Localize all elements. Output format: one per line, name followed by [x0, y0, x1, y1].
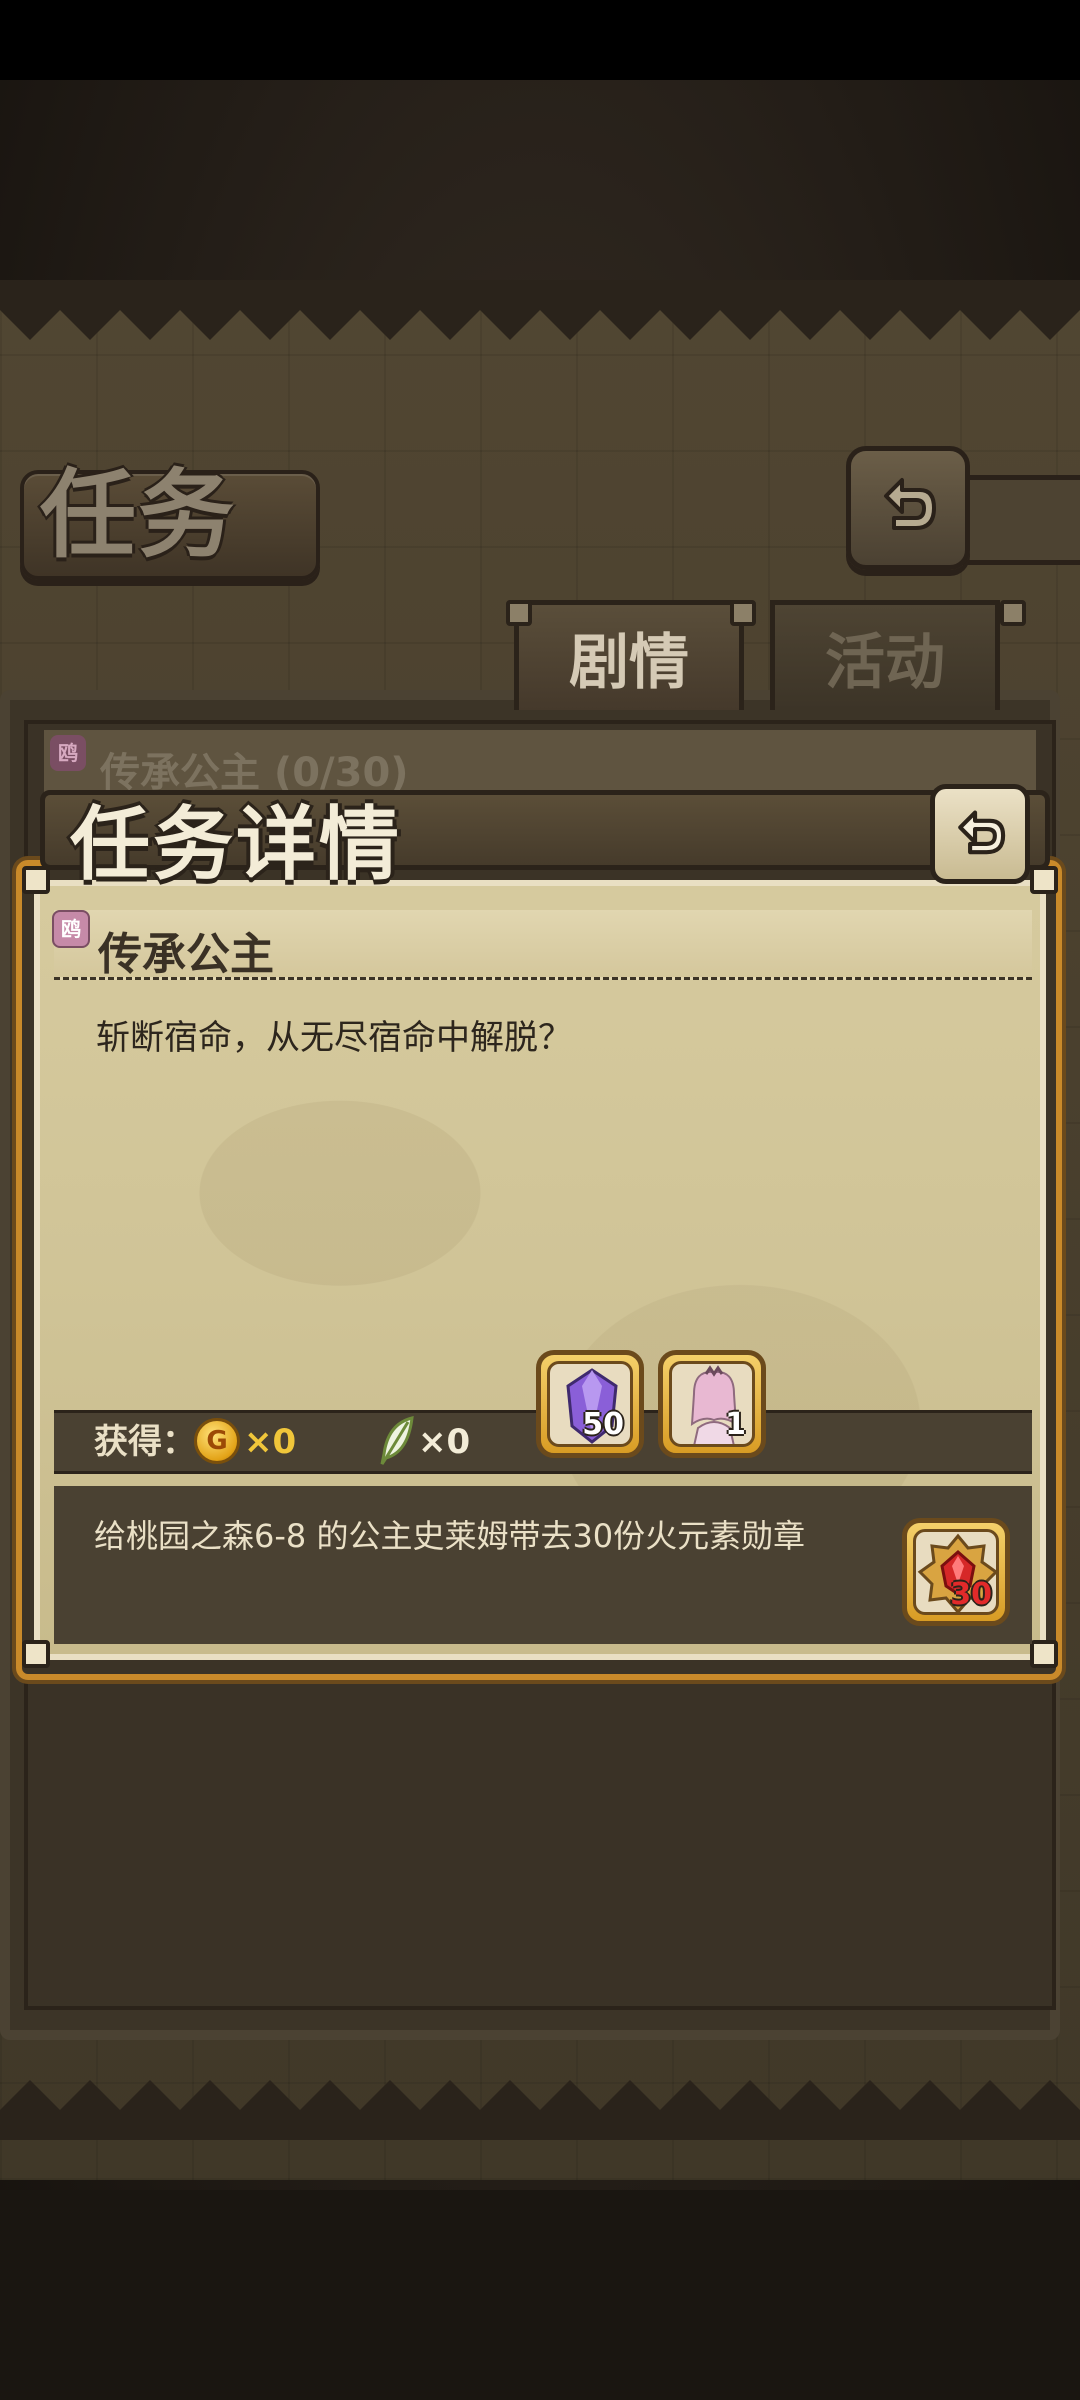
quest-description: 斩断宿命，从无尽宿命中解脱？	[96, 1018, 572, 1058]
page-title: 任务	[40, 459, 236, 571]
return-arrow-icon	[884, 478, 936, 530]
frame-corner	[1030, 866, 1058, 894]
return-arrow-icon	[958, 810, 1006, 855]
rewards-label: 获得：	[94, 1422, 196, 1462]
dialog-title: 任务详情	[70, 798, 402, 891]
objective-text: 给桃园之森6-8 的公主史莱姆带去30份火元素勋章	[94, 1517, 806, 1555]
reward-item-inner: 50	[547, 1361, 633, 1447]
tab-story-label: 剧情	[569, 628, 689, 698]
tab-corner	[730, 600, 756, 626]
feather-count: ×0	[418, 1422, 471, 1462]
dialog-close-button[interactable]	[930, 784, 1030, 884]
quest-type-badge: 鸥	[52, 910, 90, 948]
quest-name: 传承公主	[98, 929, 274, 980]
zigzag-border-top	[0, 280, 1080, 340]
quest-type-badge: 鸥	[50, 735, 86, 771]
status-bar	[0, 0, 1080, 80]
frame-corner	[1030, 1640, 1058, 1668]
reward-item-count: 1	[725, 1407, 746, 1442]
zigzag-border-bottom	[0, 2080, 1080, 2140]
frame-corner	[22, 866, 50, 894]
back-button[interactable]	[846, 446, 970, 570]
gold-coin-icon: G	[194, 1418, 240, 1464]
objective-item-count: 30	[950, 1577, 992, 1612]
objective-item-slot[interactable]: 30	[902, 1518, 1010, 1626]
tab-story[interactable]: 剧情	[514, 600, 744, 710]
reward-item-slot[interactable]: 1	[658, 1350, 766, 1458]
tab-event[interactable]: 活动	[770, 600, 1000, 710]
background-bottom	[0, 2190, 1080, 2400]
reward-item-slot[interactable]: 50	[536, 1350, 644, 1458]
back-button-rail	[960, 475, 1080, 565]
coin-count: ×0	[244, 1422, 297, 1462]
reward-item-count: 50	[582, 1407, 624, 1442]
tab-event-label: 活动	[825, 628, 945, 698]
objective-item-inner: 30	[913, 1529, 999, 1615]
frame-corner	[22, 1640, 50, 1668]
tab-corner	[1000, 600, 1026, 626]
reward-item-inner: 1	[669, 1361, 755, 1447]
tab-corner	[506, 600, 532, 626]
feather-icon	[380, 1416, 414, 1465]
